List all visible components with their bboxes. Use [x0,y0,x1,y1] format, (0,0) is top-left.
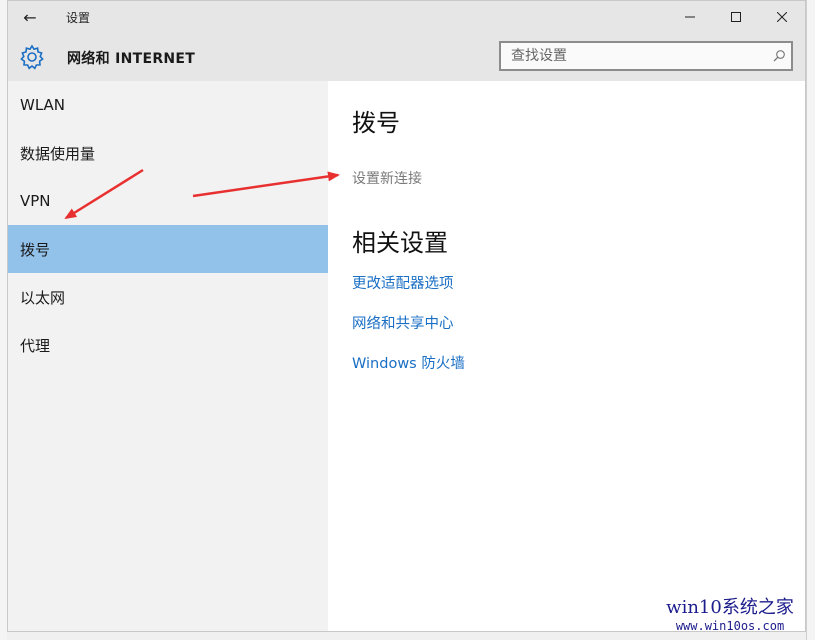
window-title: 设置 [66,10,91,25]
search-input[interactable] [501,42,767,70]
watermark-url: www.win10os.com [675,619,785,633]
window-controls [667,1,805,33]
gear-icon [20,44,44,70]
network-sharing-center-link[interactable]: 网络和共享中心 [352,312,454,333]
search-icon[interactable] [767,44,791,68]
minimize-icon [685,16,695,18]
background-edge-right [806,0,815,640]
category-title: 网络和 INTERNET [67,51,196,67]
close-icon [777,12,787,22]
sidebar-item-label: 数据使用量 [20,144,96,163]
sidebar-item-label: 以太网 [20,288,66,307]
windows-firewall-link[interactable]: Windows 防火墙 [352,352,465,373]
sidebar-item-label: VPN [20,192,51,210]
setup-new-connection-link[interactable]: 设置新连接 [352,168,422,188]
close-button[interactable] [759,1,805,33]
sidebar: WLAN 数据使用量 VPN 拨号 以太网 代理 [8,81,328,631]
title-bar: ← 设置 [8,1,805,33]
change-adapter-options-link[interactable]: 更改适配器选项 [352,272,454,293]
search-box[interactable] [499,41,793,71]
sidebar-item-label: 拨号 [20,240,51,259]
sidebar-item-ethernet[interactable]: 以太网 [8,273,328,321]
settings-header: 网络和 INTERNET [8,33,805,81]
background-edge-left [0,0,7,640]
sidebar-item-label: 代理 [20,336,51,355]
sidebar-item-wlan[interactable]: WLAN [8,81,328,129]
back-arrow-icon: ← [23,7,37,27]
settings-window: ← 设置 网络和 INTERNET 查找设置 WLAN 数据使用量 VPN 拨号… [7,0,806,632]
related-settings-heading: 相关设置 [352,229,448,257]
sidebar-item-dial-up[interactable]: 拨号 [8,225,328,273]
watermark-title: win10系统之家 [666,597,794,618]
main-content: 拨号 设置新连接 相关设置 更改适配器选项 网络和共享中心 Windows 防火… [328,81,805,631]
maximize-button[interactable] [713,1,759,33]
sidebar-item-data-usage[interactable]: 数据使用量 [8,129,328,177]
sidebar-item-vpn[interactable]: VPN [8,177,328,225]
back-button[interactable]: ← [8,1,52,33]
sidebar-item-label: WLAN [20,96,66,114]
minimize-button[interactable] [667,1,713,33]
maximize-icon [731,12,741,22]
page-title: 拨号 [352,109,400,137]
sidebar-item-proxy[interactable]: 代理 [8,321,328,369]
watermark: win10系统之家 www.win10os.com [655,593,805,635]
